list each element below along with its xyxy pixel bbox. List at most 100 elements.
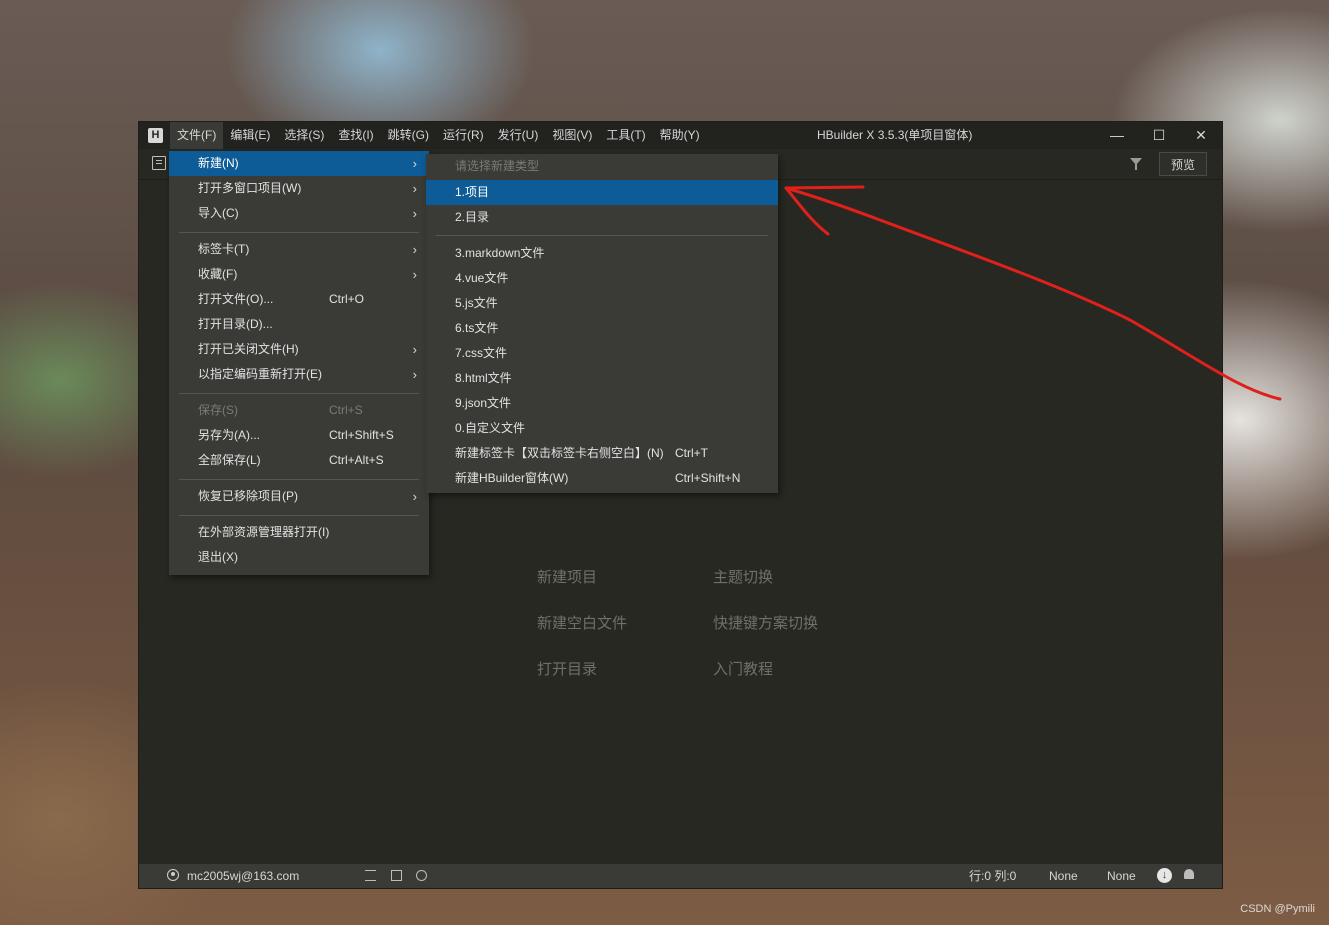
menu-help[interactable]: 帮助(Y) [653,122,707,149]
menu-find[interactable]: 查找(I) [331,122,380,149]
menu-item-label: 打开已关闭文件(H) [198,342,299,356]
welcome-open-dir-link[interactable]: 打开目录 [537,658,597,679]
new-item-html[interactable]: 8.html文件 [426,366,778,391]
menu-tools[interactable]: 工具(T) [599,122,652,149]
file-menu-item-restore-removed-project[interactable]: 恢复已移除项目(P) › [169,484,429,509]
new-item-markdown[interactable]: 3.markdown文件 [426,241,778,266]
menu-publish[interactable]: 发行(U) [491,122,546,149]
file-menu-item-open-in-explorer[interactable]: 在外部资源管理器打开(I) [169,520,429,545]
menu-item-shortcut: Ctrl+O [329,292,365,306]
new-item-css[interactable]: 7.css文件 [426,341,778,366]
maximize-button[interactable]: ☐ [1138,122,1180,149]
new-item-directory[interactable]: 2.目录 [426,205,778,230]
submenu-arrow-icon: › [412,206,417,221]
file-menu-item-open-directory[interactable]: 打开目录(D)... [169,312,429,337]
new-item-project[interactable]: 1.项目 [426,180,778,205]
menu-item-label: 在外部资源管理器打开(I) [198,525,330,539]
menu-item-label: 新建HBuilder窗体(W) [455,471,569,485]
welcome-new-blank-file-link[interactable]: 新建空白文件 [537,612,627,633]
menu-file[interactable]: 文件(F) [170,122,224,149]
file-menu-item-tabs[interactable]: 标签卡(T) › [169,237,429,262]
menu-item-label: 另存为(A)... [198,428,260,442]
menu-item-label: 5.js文件 [455,296,498,310]
menu-item-shortcut: Ctrl+Shift+S [329,428,394,442]
title-bar: H 文件(F) 编辑(E) 选择(S) 查找(I) 跳转(G) 运行(R) 发行… [139,122,1222,149]
menu-item-label: 全部保存(L) [198,453,261,467]
menu-item-shortcut: Ctrl+T [675,446,708,460]
file-menu-item-save[interactable]: 保存(S) Ctrl+S [169,398,429,423]
welcome-tutorial-link[interactable]: 入门教程 [713,658,773,679]
file-menu-item-favorites[interactable]: 收藏(F) › [169,262,429,287]
terminal-icon[interactable] [391,870,402,881]
watermark: CSDN @Pymili [1240,903,1315,915]
menu-separator [179,393,419,394]
menu-item-label: 导入(C) [198,206,239,220]
new-item-vue[interactable]: 4.vue文件 [426,266,778,291]
menu-item-label: 9.json文件 [455,396,512,410]
menu-item-shortcut: Ctrl+S [329,403,363,417]
file-menu-item-save-all[interactable]: 全部保存(L) Ctrl+Alt+S [169,448,429,473]
menu-separator [436,235,768,236]
file-menu-item-open-closed-file[interactable]: 打开已关闭文件(H) › [169,337,429,362]
cursor-position[interactable]: 行:0 列:0 [969,864,1016,888]
menu-edit[interactable]: 编辑(E) [223,122,277,149]
menu-run[interactable]: 运行(R) [436,122,491,149]
list-icon[interactable] [365,870,376,881]
menu-item-label: 标签卡(T) [198,242,250,256]
encoding-status[interactable]: None [1049,864,1078,888]
submenu-header-label: 请选择新建类型 [455,159,540,173]
submenu-arrow-icon: › [412,342,417,357]
menu-select[interactable]: 选择(S) [277,122,331,149]
new-item-json[interactable]: 9.json文件 [426,391,778,416]
submenu-arrow-icon: › [412,156,417,171]
submenu-arrow-icon: › [412,181,417,196]
menu-item-shortcut: Ctrl+Alt+S [329,453,384,467]
syntax-status[interactable]: None [1107,864,1136,888]
explorer-icon[interactable] [152,156,166,170]
menu-separator [179,479,419,480]
globe-icon[interactable] [416,870,427,881]
menu-goto[interactable]: 跳转(G) [381,122,436,149]
new-item-tab[interactable]: 新建标签卡【双击标签卡右侧空白】(N) Ctrl+T [426,441,778,466]
preview-button[interactable]: 预览 [1159,152,1207,176]
new-item-ts[interactable]: 6.ts文件 [426,316,778,341]
file-menu-item-new[interactable]: 新建(N) › [169,151,429,176]
file-menu-item-reopen-with-encoding[interactable]: 以指定编码重新打开(E) › [169,362,429,387]
menu-view[interactable]: 视图(V) [545,122,599,149]
app-logo-icon: H [148,128,163,143]
bell-icon[interactable] [1184,869,1194,879]
submenu-arrow-icon: › [412,242,417,257]
file-menu-item-import[interactable]: 导入(C) › [169,201,429,226]
welcome-keymap-switch-link[interactable]: 快捷键方案切换 [713,612,818,633]
welcome-theme-switch-link[interactable]: 主题切换 [713,566,773,587]
new-item-js[interactable]: 5.js文件 [426,291,778,316]
menu-item-label: 以指定编码重新打开(E) [198,367,322,381]
welcome-panel: 新建项目 主题切换 新建空白文件 快捷键方案切换 打开目录 入门教程 [537,566,857,696]
file-menu-item-open-multi-window-project[interactable]: 打开多窗口项目(W) › [169,176,429,201]
menu-item-label: 4.vue文件 [455,271,509,285]
account-email[interactable]: mc2005wj@163.com [187,864,299,888]
new-submenu: 请选择新建类型 1.项目 2.目录 3.markdown文件 4.vue文件 5… [426,154,778,493]
minimize-button[interactable]: — [1096,122,1138,149]
menu-item-label: 0.自定义文件 [455,421,526,435]
menu-separator [179,232,419,233]
menu-item-label: 新建(N) [198,156,239,170]
menu-item-shortcut: Ctrl+Shift+N [675,471,741,485]
menu-item-label: 恢复已移除项目(P) [198,489,298,503]
new-submenu-header: 请选择新建类型 [426,154,778,179]
menu-item-label: 保存(S) [198,403,238,417]
file-menu-item-open-file[interactable]: 打开文件(O)... Ctrl+O [169,287,429,312]
file-menu-item-exit[interactable]: 退出(X) [169,545,429,570]
new-item-hbuilder-window[interactable]: 新建HBuilder窗体(W) Ctrl+Shift+N [426,466,778,491]
welcome-new-project-link[interactable]: 新建项目 [537,566,597,587]
file-menu-item-save-as[interactable]: 另存为(A)... Ctrl+Shift+S [169,423,429,448]
download-icon[interactable]: ↓ [1157,868,1172,883]
avatar-icon[interactable] [167,869,179,881]
close-button[interactable]: ✕ [1180,122,1222,149]
filter-icon[interactable] [1130,158,1142,170]
menu-item-label: 6.ts文件 [455,321,499,335]
menu-item-label: 打开文件(O)... [198,292,274,306]
new-item-custom-file[interactable]: 0.自定义文件 [426,416,778,441]
menu-item-label: 8.html文件 [455,371,512,385]
file-menu-dropdown: 新建(N) › 打开多窗口项目(W) › 导入(C) › 标签卡(T) › 收藏… [169,151,429,575]
